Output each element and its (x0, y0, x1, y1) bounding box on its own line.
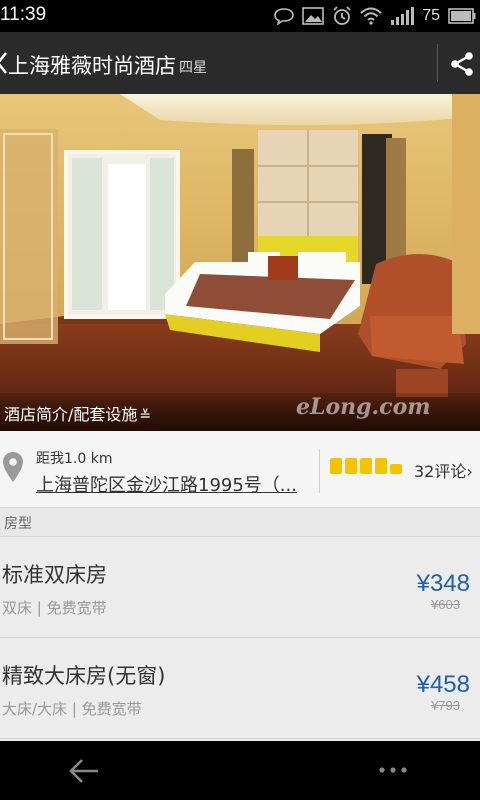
hotel-star-rating: 四星 (179, 60, 207, 76)
expand-down-icon: ≚ (139, 408, 152, 424)
reviews-count: 32评论 (414, 462, 467, 481)
action-bar: 上海雅薇时尚酒店 四星 (0, 32, 480, 94)
hotel-intro-link[interactable]: 酒店简介/配套设施 ≚ (4, 401, 151, 425)
battery-icon (448, 8, 476, 24)
hotel-room-illustration (0, 94, 480, 431)
chat-icon (274, 8, 295, 25)
wifi-icon (360, 7, 382, 25)
battery-level: 75 (422, 7, 440, 24)
image-icon (302, 7, 325, 25)
reviews-link[interactable]: 32评论› (414, 458, 473, 482)
alarm-icon (333, 6, 351, 25)
action-divider (437, 44, 438, 82)
room-features: 大床/大床 | 免费宽带 (2, 700, 142, 718)
share-icon[interactable] (448, 50, 476, 78)
room-original-price: ¥603 (431, 597, 460, 612)
status-bar: 11:39 75 (0, 0, 480, 32)
rating-bar (330, 458, 402, 474)
room-type-label: 房型 (4, 516, 32, 532)
status-icons: 75 (274, 4, 480, 28)
room-original-price: ¥793 (431, 698, 460, 713)
distance-text: 距我1.0 km (36, 451, 113, 467)
hotel-photo[interactable]: eLong.com 酒店简介/配套设施 ≚ (0, 94, 480, 431)
room-name: 精致大床房(无窗) (2, 664, 166, 688)
room-item[interactable]: 精致大床房(无窗) 大床/大床 | 免费宽带 ¥458 ¥793 (0, 638, 480, 739)
rating-block (330, 458, 342, 474)
back-chevron-icon[interactable] (0, 51, 8, 75)
rating-block (375, 458, 387, 474)
room-price: ¥458 (416, 671, 470, 698)
back-arrow-icon[interactable] (68, 757, 100, 785)
more-options-icon[interactable] (378, 765, 408, 775)
hotel-intro-label: 酒店简介/配套设施 (4, 405, 138, 424)
room-price: ¥348 (416, 570, 470, 597)
location-pin-icon (3, 452, 23, 482)
location-divider (319, 449, 320, 493)
room-features: 双床 | 免费宽带 (2, 599, 107, 617)
address-link[interactable]: 上海普陀区金沙江路1995号（... (36, 471, 314, 497)
room-name: 标准双床房 (2, 563, 107, 587)
room-item[interactable]: 标准双床房 双床 | 免费宽带 ¥348 ¥603 (0, 537, 480, 638)
chevron-right-icon: › (466, 462, 473, 481)
photo-watermark: eLong.com (296, 394, 431, 420)
rating-block (360, 458, 372, 474)
hotel-title: 上海雅薇时尚酒店 (8, 54, 176, 78)
navigation-bar (0, 741, 480, 800)
room-type-header: 房型 (0, 508, 480, 537)
rating-block-half (390, 464, 402, 474)
signal-icon (391, 7, 415, 25)
status-time: 11:39 (0, 4, 47, 25)
rating-block (345, 458, 357, 474)
location-row[interactable]: 距我1.0 km 上海普陀区金沙江路1995号（... 32评论› (0, 431, 480, 508)
